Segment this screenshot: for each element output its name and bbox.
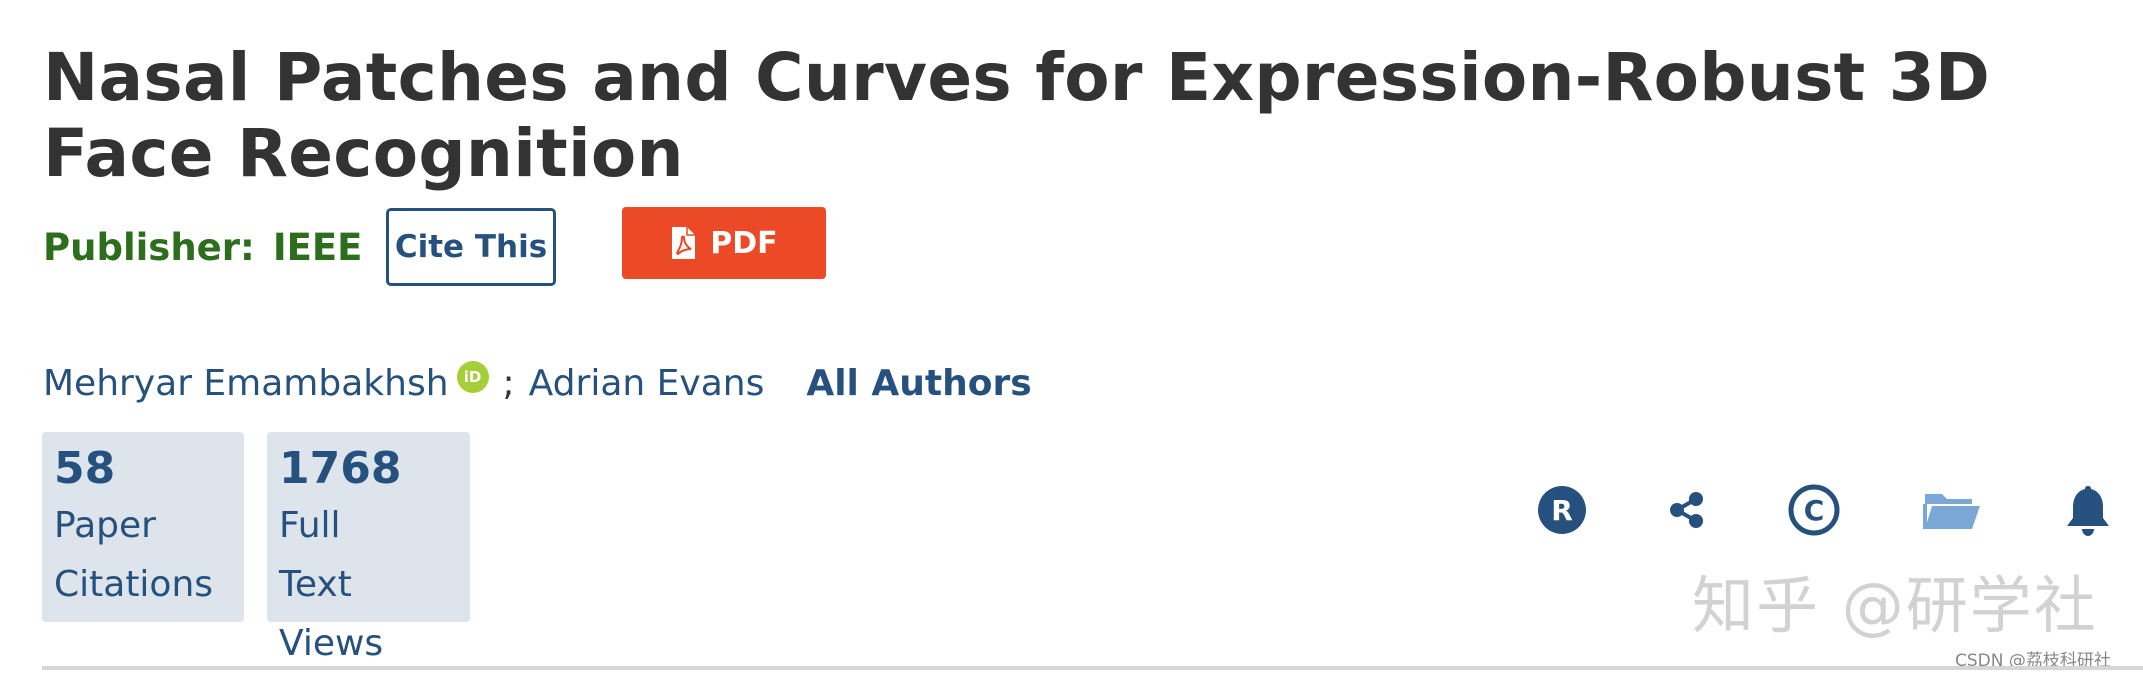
metric-label-line: Full xyxy=(279,505,341,546)
share-icon[interactable] xyxy=(1657,480,1717,540)
copyright-glyph: C xyxy=(1804,494,1825,527)
author-link-1[interactable]: Mehryar Emambakhsh xyxy=(43,363,449,404)
pdf-button[interactable]: PDF xyxy=(622,207,826,279)
zhihu-watermark: 知乎 @研学社 xyxy=(1692,569,2098,642)
publisher-info: Publisher: IEEE xyxy=(43,226,362,270)
orcid-icon[interactable]: iD xyxy=(456,361,489,393)
metric-label-line: Views xyxy=(279,623,384,664)
full-text-views-metric[interactable]: 1768 Full Text Views xyxy=(267,432,470,664)
author-list: Mehryar Emambakhsh iD ; Adrian Evans All… xyxy=(43,358,1032,408)
r-badge-glyph: R xyxy=(1551,494,1573,527)
all-authors-link[interactable]: All Authors xyxy=(806,363,1031,404)
cite-this-button[interactable]: Cite This xyxy=(386,208,556,286)
pdf-file-icon xyxy=(670,226,696,260)
metric-label-line: Text xyxy=(279,564,352,605)
r-badge-icon[interactable]: R xyxy=(1532,480,1592,540)
page-title: Nasal Patches and Curves for Expression-… xyxy=(43,39,1991,192)
publisher-label: Publisher: xyxy=(43,226,255,269)
bell-icon[interactable] xyxy=(2058,480,2118,540)
metric-count: 58 xyxy=(54,443,116,494)
section-divider xyxy=(42,666,2143,670)
author-link-2[interactable]: Adrian Evans xyxy=(529,363,765,404)
paper-citations-metric[interactable]: 58 Paper Citations xyxy=(42,432,244,622)
copyright-icon[interactable]: C xyxy=(1784,480,1844,540)
pdf-button-label: PDF xyxy=(710,225,778,261)
metric-label-line: Citations xyxy=(54,564,214,605)
metric-label-line: Paper xyxy=(54,505,156,546)
publisher-value: IEEE xyxy=(272,226,363,269)
folder-icon[interactable] xyxy=(1920,480,1984,540)
author-separator: ; xyxy=(502,362,515,404)
metric-count: 1768 xyxy=(279,443,402,494)
article-page: Nasal Patches and Curves for Expression-… xyxy=(0,0,2143,676)
